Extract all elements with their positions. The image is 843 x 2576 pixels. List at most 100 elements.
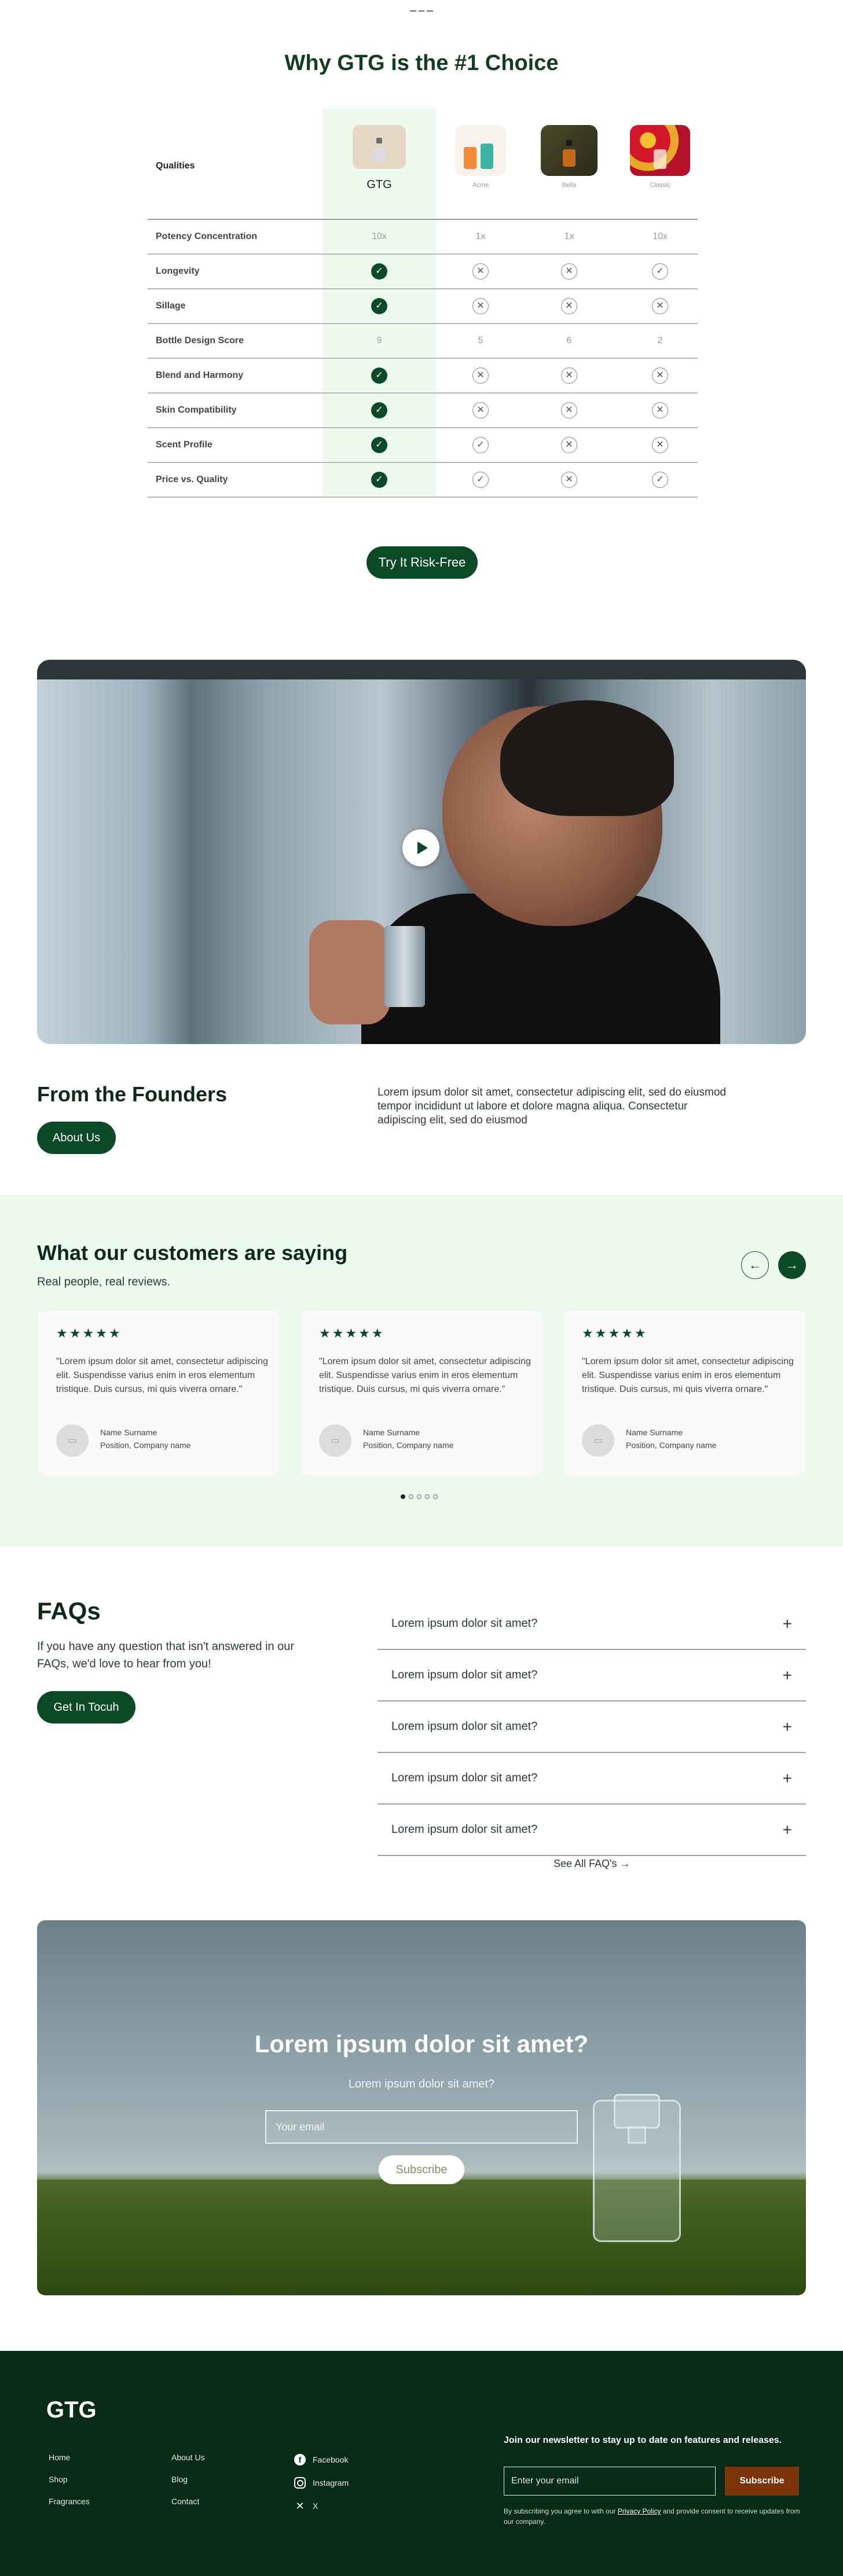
footer-links-column-1: Home Shop Fragrances [49,2453,90,2519]
image-placeholder-icon: ▭ [593,1436,603,1446]
faq-item[interactable]: Lorem ipsum dolor sit amet? + [377,1650,806,1702]
star-rating: ★★★★★ [319,1326,385,1340]
comparison-row: Bottle Design Score 9 5 6 2 [148,324,698,359]
comparison-cell: ✓ [347,394,411,427]
testimonial-card: ★★★★★ "Lorem ipsum dolor sit amet, conse… [300,1310,543,1476]
testimonial-quote: "Lorem ipsum dolor sit amet, consectetur… [319,1357,531,1394]
footer-link-home[interactable]: Home [49,2453,90,2475]
comparison-cell: ✓ [628,255,692,288]
testimonial-card: ★★★★★ "Lorem ipsum dolor sit amet, conse… [37,1310,280,1476]
comparison-cell: ✓ [347,359,411,392]
footer-link-blog[interactable]: Blog [171,2475,205,2497]
footer-links-column-2: About Us Blog Contact [171,2453,205,2519]
try-risk-free-button[interactable]: Try It Risk-Free [366,546,478,579]
reviewer-position: Position, Company name [363,1440,454,1450]
quality-label: Scent Profile [156,440,212,450]
social-link-facebook[interactable]: f Facebook [294,2448,349,2471]
faq-item[interactable]: Lorem ipsum dolor sit amet? + [377,1753,806,1805]
carousel-dot[interactable] [433,1494,438,1499]
bella-product-image [541,125,598,176]
plus-icon: + [782,1666,792,1684]
carousel-dot[interactable] [409,1494,413,1499]
plus-icon: + [782,1717,792,1736]
image-placeholder-icon: ▭ [68,1436,77,1446]
comparison-value: 2 [657,336,663,346]
check-filled-icon: ✓ [371,298,387,314]
banner-email-input[interactable] [265,2110,578,2144]
banner-subtitle: Lorem ipsum dolor sit amet? [348,2078,495,2090]
faq-item[interactable]: Lorem ipsum dolor sit amet? + [377,1805,806,1856]
check-filled-icon: ✓ [371,437,387,453]
x-circle-icon: ✕ [652,437,668,453]
footer-social-links: f Facebook Instagram ✕ X [294,2448,349,2518]
newsletter-banner [37,1920,806,2295]
brand-name: Classic [650,182,670,189]
see-all-faqs-link[interactable]: See All FAQ's → [554,1858,631,1870]
comparison-value: 10x [653,231,668,241]
footer-subscribe-button[interactable]: Subscribe [725,2467,799,2496]
social-link-x[interactable]: ✕ X [294,2494,349,2518]
faq-item[interactable]: Lorem ipsum dolor sit amet? + [377,1598,806,1650]
quality-label: Longevity [156,266,200,276]
reviewer-position: Position, Company name [626,1440,717,1450]
x-circle-icon: ✕ [472,263,489,280]
brand-classic: Classic [628,125,692,189]
avatar: ▭ [56,1424,89,1457]
play-button[interactable] [402,829,439,866]
comparison-value: 1x [564,231,574,241]
quality-label: Sillage [156,301,186,311]
privacy-policy-link[interactable]: Privacy Policy [618,2507,661,2515]
plus-icon: + [782,1820,792,1839]
comparison-cell: ✕ [449,255,512,288]
quality-label: Price vs. Quality [156,475,228,484]
comparison-value: 9 [376,336,382,346]
check-filled-icon: ✓ [371,263,387,280]
footer: GTG Home Shop Fragrances About Us Blog C… [0,2351,843,2576]
testimonials-section: What our customers are saying Real peopl… [0,1195,843,1546]
reviewer-position: Position, Company name [100,1440,191,1450]
faq-item[interactable]: Lorem ipsum dolor sit amet? + [377,1702,806,1753]
check-outline-icon: ✓ [472,472,489,488]
footer-link-fragrances[interactable]: Fragrances [49,2497,90,2519]
quality-label: Blend and Harmony [156,370,244,380]
acme-product-image [455,125,506,176]
carousel-dot[interactable] [425,1494,430,1499]
comparison-row: Blend and Harmony ✓ ✕ ✕ ✕ [148,359,698,394]
about-us-button[interactable]: About Us [37,1122,116,1154]
carousel-dot[interactable] [417,1494,422,1499]
banner-subscribe-button[interactable]: Subscribe [379,2155,464,2184]
check-filled-icon: ✓ [371,402,387,418]
founders-text: Lorem ipsum dolor sit amet, consectetur … [377,1086,726,1126]
star-rating: ★★★★★ [582,1326,648,1340]
check-filled-icon: ✓ [371,472,387,488]
banner-title: Lorem ipsum dolor sit amet? [254,2030,589,2057]
comparison-cell: ✕ [628,394,692,427]
brand-bella: Bella [537,125,601,189]
comparison-cell: ✕ [628,289,692,323]
footer-link-contact[interactable]: Contact [171,2497,205,2519]
comparison-cell: ✕ [628,359,692,392]
comparison-row: Potency Concentration 10x 1x 1x 10x [148,220,698,255]
testimonial-quote: "Lorem ipsum dolor sit amet, consectetur… [56,1357,268,1394]
gtg-product-image [353,125,406,169]
footer-newsletter-title: Join our newsletter to stay up to date o… [504,2435,782,2445]
x-circle-icon: ✕ [561,298,577,314]
get-in-touch-button[interactable]: Get In Tocuh [37,1691,135,1724]
comparison-value: 5 [478,336,483,346]
comparison-cell: ✓ [347,463,411,497]
x-circle-icon: ✕ [472,368,489,384]
carousel-next-button[interactable]: → [778,1251,806,1279]
footer-email-input[interactable] [504,2467,716,2496]
quality-label: Bottle Design Score [156,336,244,346]
comparison-cell: ✕ [537,428,601,462]
comparison-row: Longevity ✓ ✕ ✕ ✓ [148,255,698,289]
carousel-prev-button[interactable]: ← [741,1251,769,1279]
footer-link-shop[interactable]: Shop [49,2475,90,2497]
reviewer-name: Name Surname [626,1428,683,1437]
footer-logo[interactable]: GTG [46,2397,97,2423]
facebook-icon: f [294,2454,306,2465]
footer-link-about[interactable]: About Us [171,2453,205,2475]
carousel-dot[interactable] [401,1494,405,1499]
x-circle-icon: ✕ [652,368,668,384]
social-link-instagram[interactable]: Instagram [294,2471,349,2494]
